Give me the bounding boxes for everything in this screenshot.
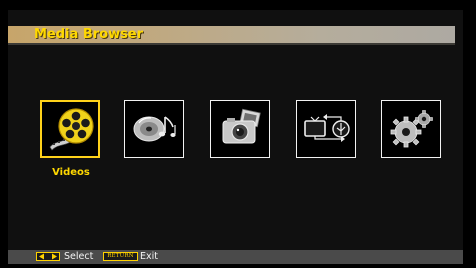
return-key-icon: RETURN	[103, 252, 138, 261]
camera-photo-icon	[222, 108, 261, 144]
page-title: Media Browser	[34, 27, 144, 42]
media-browser-screen: Media Browser Videos Select RETURN Exit	[0, 0, 476, 268]
film-reel-icon	[49, 108, 94, 151]
selected-item-label: Videos	[52, 167, 90, 178]
tv-usb-link-icon	[304, 114, 350, 142]
menu-item-photos[interactable]	[210, 100, 270, 158]
footer-select-label: Select	[64, 251, 94, 262]
footer-exit-label: Exit	[140, 251, 158, 262]
music-disc-icon	[133, 116, 176, 142]
gears-icon	[390, 110, 433, 148]
menu-item-settings[interactable]	[381, 100, 441, 158]
menu-item-music[interactable]	[124, 100, 184, 158]
menu-item-videos[interactable]	[40, 100, 100, 158]
menu-item-dlna[interactable]	[296, 100, 356, 158]
left-right-arrows-icon	[36, 252, 60, 261]
